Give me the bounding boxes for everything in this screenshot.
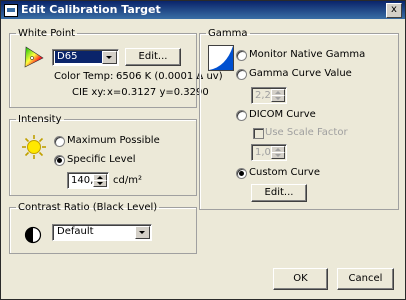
half-circle-contrast-icon (24, 226, 42, 244)
gamma-dicom-label[interactable]: DICOM Curve (249, 109, 316, 121)
gamma-dicom-radio[interactable] (236, 110, 247, 121)
contrast-ratio-select[interactable]: Default (52, 224, 152, 241)
chevron-down-icon[interactable] (102, 51, 117, 64)
window-title: Edit Calibration Target (21, 3, 161, 16)
edit-calibration-target-dialog: Edit Calibration Target x White Point D6… (0, 0, 406, 300)
intensity-specific-label[interactable]: Specific Level (67, 154, 136, 166)
intensity-max-radio[interactable] (54, 136, 65, 147)
gamma-native-radio[interactable] (236, 50, 247, 61)
gamma-native-label[interactable]: Monitor Native Gamma (249, 49, 365, 61)
intensity-max-label[interactable]: Maximum Possible (67, 135, 160, 147)
intensity-group-title: Intensity (18, 114, 62, 125)
gamma-custom-label[interactable]: Custom Curve (249, 167, 320, 179)
gamma-edit-button[interactable]: Edit... (251, 184, 307, 202)
app-icon (4, 4, 18, 17)
gamma-custom-radio[interactable] (236, 168, 247, 179)
cancel-button[interactable]: Cancel (337, 268, 394, 290)
cie-chromaticity-icon (21, 45, 47, 69)
gamma-curve-icon (208, 45, 234, 71)
color-temp-label: Color Temp: (54, 71, 114, 82)
gamma-group-title: Gamma (208, 28, 248, 39)
gamma-curve-value-label[interactable]: Gamma Curve Value (249, 68, 352, 80)
use-scale-factor-label[interactable]: Use Scale Factor (265, 127, 348, 139)
gamma-value-stepper[interactable]: 2,20 (251, 87, 287, 104)
cie-xy-value: x=0.3127 y=0.3290 (107, 87, 209, 98)
spin-down-icon[interactable] (271, 152, 285, 159)
use-scale-factor-checkbox[interactable] (253, 128, 264, 139)
title-bar[interactable]: Edit Calibration Target x (1, 1, 405, 19)
white-point-group-title: White Point (18, 28, 76, 39)
white-point-edit-button[interactable]: Edit... (125, 48, 181, 66)
chevron-down-icon[interactable] (135, 226, 150, 239)
contrast-ratio-group-title: Contrast Ratio (Black Level) (18, 202, 158, 213)
intensity-level-stepper[interactable]: 140,0 (67, 172, 109, 189)
cie-xy-label: CIE xy: (72, 87, 106, 98)
gamma-curve-value-radio[interactable] (236, 69, 247, 80)
spin-down-icon[interactable] (93, 180, 107, 187)
sun-brightness-icon (21, 134, 47, 160)
close-button[interactable]: x (386, 3, 402, 18)
white-point-select[interactable]: D65 (52, 49, 119, 66)
ok-button[interactable]: OK (273, 268, 328, 290)
intensity-unit-label: cd/m² (113, 175, 142, 186)
contrast-ratio-select-value: Default (57, 226, 94, 237)
intensity-specific-radio[interactable] (54, 155, 65, 166)
white-point-select-value: D65 (55, 51, 102, 63)
spin-down-icon[interactable] (271, 95, 285, 102)
scale-factor-stepper[interactable]: 1,00 (251, 144, 287, 161)
